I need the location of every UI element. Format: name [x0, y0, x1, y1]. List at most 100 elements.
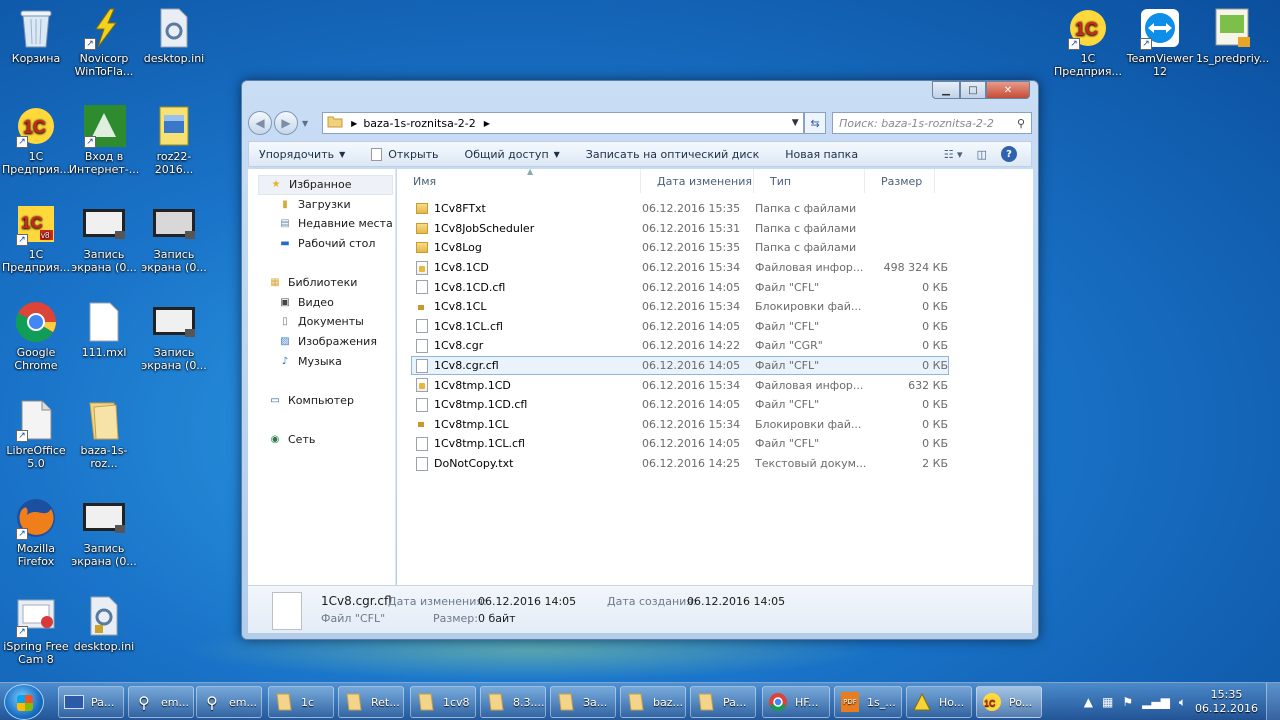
nav-video[interactable]: ▣ Видео [248, 293, 395, 313]
desktop-icon-screen-recording-2[interactable]: Запись экрана (0... [138, 202, 210, 274]
desktop-icon-desktop-ini-2[interactable]: desktop.ini [68, 594, 140, 653]
desktop-icon-wintoflash[interactable]: ↗ Novicorp WinToFla... [68, 6, 140, 78]
file-name: 1Cv8.1CL [434, 300, 487, 314]
settings-file-icon [152, 6, 196, 50]
nav-desktop[interactable]: ▬ Рабочий стол [248, 234, 395, 254]
computer-icon: ▭ [270, 394, 280, 406]
desktop-icon-ispring[interactable]: ↗ iSpring Free Cam 8 [0, 594, 72, 666]
file-row[interactable]: 1Cv8.1CL.cfl 06.12.2016 14:05 Файл "CFL" 0 … [411, 317, 949, 337]
show-hidden-icons-icon[interactable]: ▲ [1084, 695, 1093, 709]
column-header-size[interactable]: Размер [865, 169, 935, 193]
network-tray-icon[interactable]: ▦ [1102, 695, 1113, 709]
file-row[interactable]: 1Cv8tmp.1CL 06.12.2016 15:34 Блокировки фа… [411, 415, 949, 435]
refresh-button[interactable]: ⇆ [804, 112, 827, 134]
nav-computer[interactable]: ▭ Компьютер [248, 391, 395, 411]
nav-downloads[interactable]: ▮ Загрузки [248, 195, 395, 215]
desktop-icon-1c-right[interactable]: 1С ↗ 1C Предприя... [1052, 6, 1124, 78]
file-row[interactable]: 1Cv8tmp.1CD.cfl 06.12.2016 14:05 Файл "CFL… [411, 395, 949, 415]
taskbar-button[interactable]: Ho... [906, 686, 972, 718]
file-row[interactable]: 1Cv8Log 06.12.2016 15:35 Папка с файлами [411, 238, 949, 258]
breadcrumb-separator-icon[interactable]: ▶ [351, 119, 357, 128]
column-header-date[interactable]: Дата изменения [641, 169, 754, 193]
share-button[interactable]: Общий доступ ▼ [465, 148, 560, 161]
flag-icon[interactable]: ⚑ [1122, 695, 1133, 709]
taskbar-button[interactable]: baz... [620, 686, 686, 718]
nav-pictures[interactable]: ▨ Изображения [248, 332, 395, 352]
file-row[interactable]: 1Cv8.cgr.cfl 06.12.2016 14:05 Файл "CFL" 0 … [411, 355, 949, 376]
start-button[interactable] [4, 684, 44, 720]
close-button[interactable]: ✕ [986, 81, 1030, 99]
file-row[interactable]: 1Cv8.1CL 06.12.2016 15:34 Блокировки фай..… [411, 297, 949, 317]
preview-pane-icon[interactable]: ◫ [977, 148, 987, 161]
desktop-icon-recycle-bin[interactable]: Корзина [0, 6, 72, 65]
desktop-icon-libreoffice[interactable]: ↗ LibreOffice 5.0 [0, 398, 72, 470]
desktop-icon-111-mxl[interactable]: 111.mxl [68, 300, 140, 359]
desktop-icon-1s-predpriy[interactable]: 1s_predpriy... [1196, 6, 1269, 65]
column-header-name[interactable]: Имя [397, 169, 641, 193]
file-row[interactable]: 1Cv8tmp.1CL.cfl 06.12.2016 14:05 Файл "CFL… [411, 434, 949, 454]
organize-button[interactable]: Упорядочить ▼ [259, 148, 345, 161]
desktop-icon-chrome[interactable]: Google Chrome [0, 300, 72, 372]
taskbar-button[interactable]: 1cv8 [410, 686, 476, 718]
address-bar[interactable]: ▶ baza-1s-roznitsa-2-2 ▶ ▼ [322, 112, 805, 134]
nav-documents[interactable]: ▯ Документы [248, 312, 395, 332]
view-options-icon[interactable]: ☷ ▾ [944, 148, 963, 161]
taskbar-button[interactable]: За... [550, 686, 616, 718]
help-icon[interactable]: ? [1001, 146, 1017, 162]
desktop-icon-1c[interactable]: 1С ↗ 1C Предприя... [0, 104, 72, 176]
open-button[interactable]: Открыть [371, 147, 439, 161]
details-pane: 1Cv8.cgr.cfl Файл "CFL" Дата изменения: … [248, 585, 1032, 633]
taskbar-button[interactable]: HF... [762, 686, 830, 718]
nav-favorites[interactable]: ★ Избранное [258, 175, 393, 195]
breadcrumb-folder[interactable]: baza-1s-roznitsa-2-2 [363, 117, 475, 130]
recent-pages-dropdown-icon[interactable]: ▼ [302, 119, 308, 128]
file-row[interactable]: 1Cv8tmp.1CD 06.12.2016 15:34 Файловая инфо… [411, 375, 949, 395]
nav-network[interactable]: ◉ Сеть [248, 430, 395, 450]
nav-libraries[interactable]: ▦ Библиотеки [248, 273, 395, 293]
signal-icon[interactable]: ▂▄▆ [1142, 695, 1170, 709]
column-header-type[interactable]: Тип [754, 169, 865, 193]
desktop-icon-internet-login[interactable]: ↗ Вход в Интернет-... [68, 104, 140, 176]
nav-recent[interactable]: ▤ Недавние места [248, 214, 395, 234]
back-button[interactable]: ◀ [248, 111, 272, 135]
minimize-button[interactable]: ▁ [932, 81, 960, 99]
file-row[interactable]: 1Cv8JobScheduler 06.12.2016 15:31 Папка с … [411, 219, 949, 239]
taskbar-button[interactable]: Pa... [690, 686, 756, 718]
file-row[interactable]: DoNotCopy.txt 06.12.2016 14:25 Текстовый д… [411, 454, 949, 474]
desktop-icon-screen-recording-1[interactable]: Запись экрана (0... [68, 202, 140, 274]
desktop-icon-desktop-ini[interactable]: desktop.ini [138, 6, 210, 65]
taskbar-button[interactable]: Pa... [58, 686, 124, 718]
desktop-icon-baza-folder[interactable]: baza-1s-roz... [68, 398, 140, 470]
folder-icon [82, 398, 126, 442]
file-row[interactable]: 1Cv8.cgr 06.12.2016 14:22 Файл "CGR" 0 КБ [411, 336, 949, 356]
taskbar-button[interactable]: PDF 1s_... [834, 686, 902, 718]
file-row[interactable]: 1Cv8.1CD.cfl 06.12.2016 14:05 Файл "CFL" 0 … [411, 277, 949, 297]
taskbar-button[interactable]: ⚲ em... [128, 686, 194, 718]
taskbar-button[interactable]: ⚲ em... [196, 686, 262, 718]
taskbar-button[interactable]: 1С Po... [976, 686, 1042, 718]
desktop-icon-teamviewer[interactable]: ↗ TeamViewer 12 [1124, 6, 1196, 78]
clock[interactable]: 15:35 06.12.2016 [1195, 688, 1258, 716]
taskbar-button-label: 1s_... [867, 695, 896, 709]
breadcrumb-separator-icon[interactable]: ▶ [484, 119, 490, 128]
search-icon[interactable]: ⚲ [1011, 117, 1031, 130]
desktop-icon-1c-v8[interactable]: 1С v8 ↗ 1C Предприя... [0, 202, 72, 274]
volume-icon[interactable]: 🔈︎ [1179, 695, 1186, 710]
taskbar-button[interactable]: 8.3.... [480, 686, 546, 718]
desktop-icon-roz22[interactable]: roz22-2016... [138, 104, 210, 176]
nav-music[interactable]: ♪ Музыка [248, 351, 395, 371]
desktop-icon-screen-recording-3[interactable]: Запись экрана (0... [138, 300, 210, 372]
burn-button[interactable]: Записать на оптический диск [586, 148, 759, 161]
show-desktop-button[interactable] [1266, 683, 1280, 720]
taskbar-button[interactable]: Ret... [338, 686, 404, 718]
new-folder-button[interactable]: Новая папка [785, 148, 858, 161]
file-row[interactable]: 1Cv8FTxt 06.12.2016 15:35 Папка с файлами [411, 199, 949, 219]
search-input[interactable]: Поиск: baza-1s-roznitsa-2-2 ⚲ [832, 112, 1032, 134]
desktop-icon-screen-recording-4[interactable]: Запись экрана (0... [68, 496, 140, 568]
address-dropdown-icon[interactable]: ▼ [787, 118, 803, 128]
file-row[interactable]: 1Cv8.1CD 06.12.2016 15:34 Файловая инфор..… [411, 258, 949, 278]
taskbar-button[interactable]: 1c [268, 686, 334, 718]
desktop-icon-firefox[interactable]: ↗ Mozilla Firefox [0, 496, 72, 568]
maximize-button[interactable]: □ [960, 81, 986, 99]
forward-button[interactable]: ▶ [274, 111, 298, 135]
